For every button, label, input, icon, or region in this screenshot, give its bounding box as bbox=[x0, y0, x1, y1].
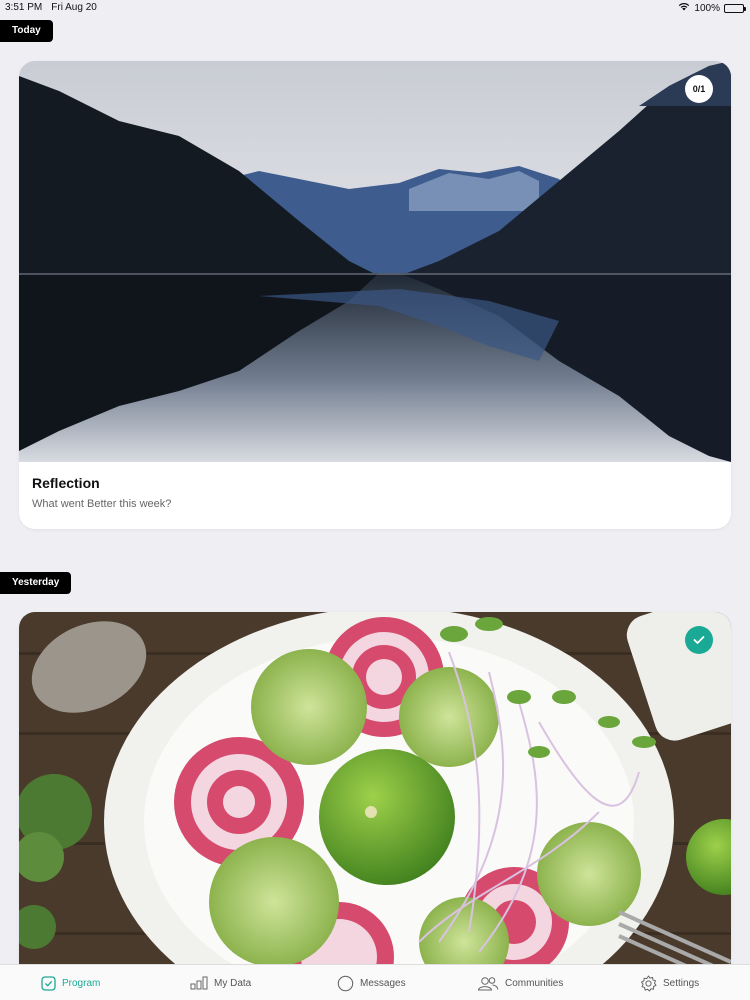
mountain-lake-image bbox=[19, 61, 731, 462]
chat-bubble-icon bbox=[337, 975, 354, 992]
tab-bar: Program My Data Messages Communities Set… bbox=[0, 964, 750, 1000]
tab-program[interactable]: Program bbox=[41, 965, 100, 1000]
battery-icon bbox=[724, 3, 746, 13]
people-icon bbox=[477, 976, 499, 991]
tab-label: Communities bbox=[505, 977, 564, 989]
tab-settings[interactable]: Settings bbox=[640, 965, 699, 1000]
tab-my-data[interactable]: My Data bbox=[190, 965, 251, 1000]
tab-label: Messages bbox=[360, 977, 406, 989]
completed-check-icon bbox=[685, 626, 713, 654]
tab-label: My Data bbox=[214, 977, 252, 989]
checkbox-icon bbox=[41, 975, 56, 991]
tab-label: Settings bbox=[663, 977, 700, 989]
tab-messages[interactable]: Messages bbox=[337, 965, 406, 1000]
gear-icon bbox=[640, 975, 657, 992]
food-card[interactable] bbox=[19, 612, 731, 992]
salad-image bbox=[19, 612, 731, 992]
reflection-card[interactable]: 0/1 Reflection What went Better this wee… bbox=[19, 61, 731, 529]
status-time: 3:51 PM bbox=[5, 2, 43, 13]
status-date: Fri Aug 20 bbox=[51, 2, 97, 13]
status-bar: 3:51 PM Fri Aug 20 100% bbox=[0, 0, 750, 16]
bar-chart-icon bbox=[190, 976, 208, 990]
wifi-icon bbox=[678, 2, 690, 14]
day-label-today: Today bbox=[0, 20, 53, 42]
day-label-yesterday: Yesterday bbox=[0, 572, 72, 594]
progress-badge: 0/1 bbox=[685, 75, 713, 103]
tab-communities[interactable]: Communities bbox=[477, 965, 563, 1000]
card-subtitle: What went Better this week? bbox=[32, 498, 172, 510]
card-title: Reflection bbox=[32, 475, 100, 491]
tab-label: Program bbox=[62, 977, 101, 989]
battery-percent: 100% bbox=[694, 2, 720, 14]
card-body: Reflection What went Better this week? bbox=[32, 475, 171, 510]
